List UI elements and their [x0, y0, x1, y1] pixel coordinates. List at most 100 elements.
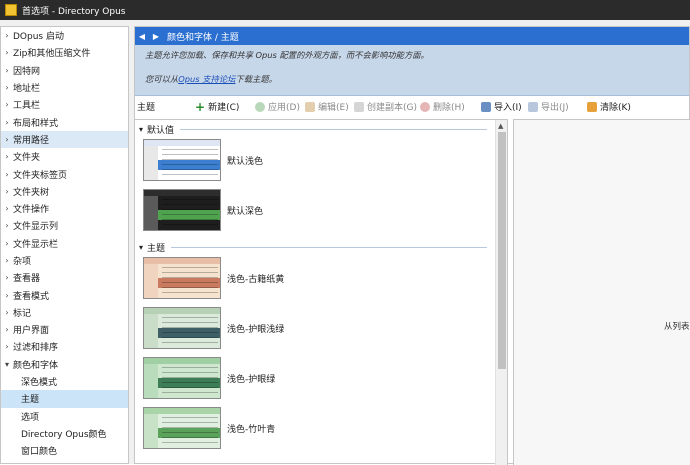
sidebar-item[interactable]: 选项 — [1, 408, 128, 425]
sidebar-item-label: 文件操作 — [13, 205, 50, 216]
sidebar-item-label: 杂项 — [13, 257, 32, 267]
sidebar-item[interactable]: › 文件显示列 — [1, 217, 128, 234]
sidebar-item[interactable]: 窗口颜色 — [1, 442, 128, 459]
sidebar-item-label: 文件夹 — [13, 153, 41, 164]
sidebar-item[interactable]: 图片 — [1, 459, 128, 463]
chevron-down-icon[interactable]: ▾ — [135, 125, 147, 134]
sidebar-item-label: 文件夹树 — [13, 187, 50, 198]
support-forum-link[interactable]: Opus 支持论坛 — [178, 74, 235, 84]
export-button[interactable]: 导出(J) — [528, 100, 569, 113]
copy-button[interactable]: 创建副本(G) — [354, 100, 417, 113]
plus-icon: + — [195, 99, 206, 114]
sidebar-item-label: 标记 — [13, 308, 32, 319]
clear-button[interactable]: 清除(K) — [587, 100, 631, 113]
chevron-right-icon[interactable]: › — [1, 135, 13, 144]
edit-button[interactable]: 编辑(E) — [305, 100, 349, 113]
app-icon — [5, 4, 17, 16]
theme-item[interactable]: 浅色-古籍纸黄 — [143, 256, 493, 300]
scroll-up-arrow-icon[interactable]: ▲ — [498, 122, 503, 130]
sidebar-item[interactable]: › 查看器 — [1, 269, 128, 286]
chevron-right-icon[interactable]: › — [1, 239, 13, 248]
chevron-right-icon[interactable]: › — [1, 308, 13, 317]
sidebar-item[interactable]: › 文件夹标签页 — [1, 165, 128, 182]
sidebar-item[interactable]: 主题 — [1, 390, 128, 408]
vertical-scrollbar[interactable]: ▲ — [495, 120, 507, 465]
theme-thumbnail — [143, 189, 221, 231]
back-arrow-icon[interactable]: ◀ — [135, 32, 149, 41]
sidebar-item-label: 深色模式 — [21, 378, 58, 389]
sidebar-item[interactable]: › 用户界面 — [1, 321, 128, 338]
new-button[interactable]: + 新建(C) — [195, 99, 239, 114]
sidebar-item-label: 查看模式 — [13, 291, 50, 302]
theme-name: 浅色-护眼绿 — [227, 374, 276, 385]
description-line-1: 主题允许您加载、保存和共享 Opus 配置的外观方面，而不会影响功能方面。 — [145, 50, 429, 60]
breadcrumb: 颜色和字体 / 主题 — [167, 32, 239, 43]
theme-preview: 从列表 — [513, 119, 690, 465]
chevron-right-icon[interactable]: › — [1, 170, 13, 179]
apply-button[interactable]: 应用(D) — [255, 100, 300, 113]
chevron-right-icon[interactable]: › — [1, 256, 13, 265]
chevron-right-icon[interactable]: › — [1, 66, 13, 75]
sidebar-item[interactable]: Directory Opus颜色 — [1, 425, 128, 442]
chevron-down-icon[interactable]: ▾ — [135, 243, 147, 252]
theme-item[interactable]: 默认深色 — [143, 188, 493, 232]
sidebar-item-label: 查看器 — [13, 274, 41, 285]
sidebar-item[interactable]: › 文件操作 — [1, 200, 128, 217]
import-button[interactable]: 导入(I) — [481, 100, 522, 113]
group-divider — [180, 128, 487, 130]
category-tree[interactable]: › DOpus 启动 › Zip和其他压缩文件 › 因特网 › 地址栏 › 工具栏 › 布局和样式 › 常… — [0, 26, 129, 464]
export-icon — [528, 101, 538, 112]
chevron-right-icon[interactable]: › — [1, 48, 13, 57]
pencil-icon — [305, 101, 315, 112]
chevron-down-icon[interactable]: ▾ — [1, 360, 13, 369]
chevron-right-icon[interactable]: › — [1, 100, 13, 109]
sidebar-item[interactable]: › 工具栏 — [1, 96, 128, 113]
theme-thumbnail — [143, 357, 221, 399]
sidebar-item[interactable]: ▾ 颜色和字体 — [1, 356, 128, 373]
theme-thumbnail — [143, 307, 221, 349]
theme-item[interactable]: 浅色-护眼浅绿 — [143, 306, 493, 350]
sidebar-item[interactable]: › 查看模式 — [1, 286, 128, 303]
group-header[interactable]: ▾ 主题 — [135, 240, 493, 254]
chevron-right-icon[interactable]: › — [1, 187, 13, 196]
delete-button[interactable]: 删除(H) — [420, 100, 465, 113]
scroll-thumb[interactable] — [498, 132, 506, 369]
sidebar-item[interactable]: › 地址栏 — [1, 79, 128, 96]
chevron-right-icon[interactable]: › — [1, 31, 13, 40]
group-header[interactable]: ▾ 默认值 — [135, 122, 493, 136]
chevron-right-icon[interactable]: › — [1, 342, 13, 351]
chevron-right-icon[interactable]: › — [1, 273, 13, 282]
sidebar-item[interactable]: › 杂项 — [1, 252, 128, 269]
group-label: 主题 — [147, 243, 166, 254]
group-label: 默认值 — [147, 125, 175, 136]
sidebar-item-label: 常用路径 — [13, 135, 50, 146]
chevron-right-icon[interactable]: › — [1, 221, 13, 230]
chevron-right-icon[interactable]: › — [1, 291, 13, 300]
panel-header: ◀ ▶ 颜色和字体 / 主题 — [135, 27, 689, 45]
sidebar-item[interactable]: › 文件夹 — [1, 148, 128, 165]
sidebar-item[interactable]: › 过滤和排序 — [1, 338, 128, 355]
content-panel: ◀ ▶ 颜色和字体 / 主题 主题允许您加载、保存和共享 Opus 配置的外观方… — [134, 26, 690, 465]
chevron-right-icon[interactable]: › — [1, 325, 13, 334]
theme-item[interactable]: 默认浅色 — [143, 138, 493, 182]
sidebar-item[interactable]: 深色模式 — [1, 373, 128, 390]
theme-item[interactable]: 浅色-护眼绿 — [143, 356, 493, 400]
chevron-right-icon[interactable]: › — [1, 152, 13, 161]
forward-arrow-icon[interactable]: ▶ — [149, 32, 163, 41]
sidebar-item[interactable]: › Zip和其他压缩文件 — [1, 44, 128, 61]
theme-list[interactable]: ▲ ▾ 默认值 默认浅色 默认深色 ▾ 主题 浅色-古籍纸黄 浅色-护眼浅绿 浅色-护眼绿 浅色-… — [135, 119, 508, 465]
chevron-right-icon[interactable]: › — [1, 83, 13, 92]
sidebar-item[interactable]: › 常用路径 — [1, 130, 128, 149]
sidebar-item[interactable]: › DOpus 启动 — [1, 27, 128, 44]
sidebar-item-label: DOpus 启动 — [13, 32, 64, 43]
chevron-right-icon[interactable]: › — [1, 118, 13, 127]
sidebar-item[interactable]: › 因特网 — [1, 62, 128, 79]
sidebar-item[interactable]: › 布局和样式 — [1, 113, 128, 130]
sidebar-item[interactable]: › 文件夹树 — [1, 183, 128, 200]
theme-item[interactable]: 浅色-竹叶青 — [143, 406, 493, 450]
sidebar-item[interactable]: › 标记 — [1, 304, 128, 321]
sidebar-item-label: 过滤和排序 — [13, 343, 59, 354]
sidebar-item[interactable]: › 文件显示栏 — [1, 235, 128, 252]
chevron-right-icon[interactable]: › — [1, 204, 13, 213]
sidebar-item-label: 文件夹标签页 — [13, 170, 68, 181]
